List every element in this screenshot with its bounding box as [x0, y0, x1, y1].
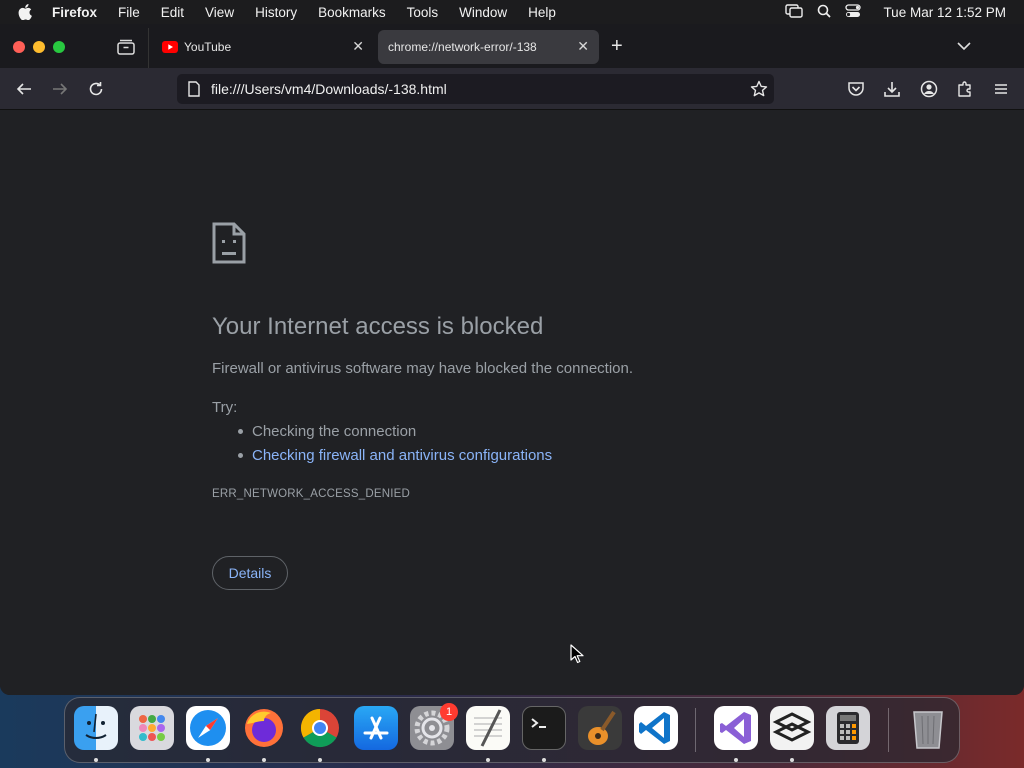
extensions-icon[interactable] [956, 80, 974, 98]
visual-studio-code-icon[interactable] [634, 706, 678, 750]
apple-menu-icon[interactable] [18, 4, 38, 20]
forward-icon[interactable] [51, 80, 69, 98]
dock-divider [888, 708, 889, 752]
address-bar[interactable]: file:///Users/vm4/Downloads/-138.html [177, 74, 774, 104]
screen-mirroring-icon[interactable] [785, 3, 804, 21]
menu-window[interactable]: Window [459, 5, 507, 20]
tab-strip: YouTube ✕ chrome://network-error/-138 ✕ … [0, 24, 1024, 68]
details-button[interactable]: Details [212, 556, 288, 590]
running-indicator [734, 758, 738, 762]
finder-icon[interactable] [74, 706, 118, 750]
firefox-icon[interactable] [242, 706, 286, 750]
try-label: Try: [212, 399, 238, 416]
youtube-icon [162, 41, 178, 53]
page-content: Your Internet access is blocked Firewall… [0, 110, 1024, 695]
browser-window: YouTube ✕ chrome://network-error/-138 ✕ … [0, 24, 1024, 695]
garageband-icon[interactable] [578, 706, 622, 750]
safari-icon[interactable] [186, 706, 230, 750]
minimize-window-button[interactable] [33, 41, 45, 53]
menu-file[interactable]: File [118, 5, 140, 20]
tab-network-error[interactable]: chrome://network-error/-138 ✕ [378, 30, 599, 64]
control-center-icon[interactable] [845, 3, 862, 21]
menu-tools[interactable]: Tools [407, 5, 439, 20]
notification-badge: 1 [440, 703, 458, 721]
menubar-clock[interactable]: Tue Mar 12 1:52 PM [883, 5, 1006, 20]
bullet-icon [238, 453, 243, 458]
error-description: Firewall or antivirus software may have … [212, 360, 634, 377]
menu-history[interactable]: History [255, 5, 297, 20]
sublime-merge-icon[interactable] [770, 706, 814, 750]
pocket-icon[interactable] [847, 80, 865, 98]
spotlight-search-icon[interactable] [817, 4, 832, 21]
running-indicator [318, 758, 322, 762]
tab-youtube[interactable]: YouTube ✕ [152, 30, 374, 64]
tab-title: chrome://network-error/-138 [388, 40, 537, 54]
firewall-settings-link[interactable]: Checking firewall and antivirus configur… [252, 447, 552, 464]
downloads-icon[interactable] [883, 80, 901, 98]
error-code: ERR_NETWORK_ACCESS_DENIED [212, 488, 410, 500]
menu-help[interactable]: Help [528, 5, 556, 20]
new-tab-icon[interactable]: + [611, 36, 623, 56]
running-indicator [542, 758, 546, 762]
tab-title: YouTube [184, 40, 232, 54]
sad-page-icon [212, 222, 246, 264]
navigation-toolbar: file:///Users/vm4/Downloads/-138.html [0, 68, 1024, 110]
dock [64, 697, 960, 763]
firefox-view-icon[interactable] [116, 38, 136, 56]
visual-studio-icon[interactable] [714, 706, 758, 750]
app-store-icon[interactable] [354, 706, 398, 750]
menu-icon[interactable] [992, 80, 1010, 98]
close-tab-icon[interactable]: ✕ [352, 38, 364, 55]
bullet-icon [238, 429, 243, 434]
suggestion-item: Checking the connection [238, 423, 416, 440]
running-indicator [262, 758, 266, 762]
calculator-icon[interactable] [826, 706, 870, 750]
account-icon[interactable] [920, 80, 938, 98]
running-indicator [486, 758, 490, 762]
terminal-icon[interactable] [522, 706, 566, 750]
menu-bookmarks[interactable]: Bookmarks [318, 5, 386, 20]
menu-edit[interactable]: Edit [161, 5, 184, 20]
menu-view[interactable]: View [205, 5, 234, 20]
close-tab-icon[interactable]: ✕ [577, 38, 589, 55]
back-icon[interactable] [15, 80, 33, 98]
mouse-pointer-icon [570, 644, 584, 664]
chevron-down-icon[interactable] [956, 38, 972, 54]
error-title: Your Internet access is blocked [212, 313, 544, 340]
tabstrip-divider [148, 28, 149, 68]
menu-bar: Firefox File Edit View History Bookmarks… [0, 0, 1024, 24]
bookmark-star-icon[interactable] [750, 80, 768, 98]
textedit-icon[interactable] [466, 706, 510, 750]
menu-app-name[interactable]: Firefox [52, 5, 97, 20]
google-chrome-icon[interactable] [298, 706, 342, 750]
zoom-window-button[interactable] [53, 41, 65, 53]
trash-icon[interactable] [906, 706, 950, 750]
url-text[interactable]: file:///Users/vm4/Downloads/-138.html [211, 81, 447, 97]
close-window-button[interactable] [13, 41, 25, 53]
suggestion-text: Checking the connection [252, 423, 417, 440]
running-indicator [94, 758, 98, 762]
launchpad-icon[interactable] [130, 706, 174, 750]
running-indicator [790, 758, 794, 762]
running-indicator [206, 758, 210, 762]
suggestion-item[interactable]: Checking firewall and antivirus configur… [238, 447, 552, 464]
reload-icon[interactable] [87, 80, 105, 98]
page-icon [187, 81, 201, 97]
dock-divider [695, 708, 696, 752]
